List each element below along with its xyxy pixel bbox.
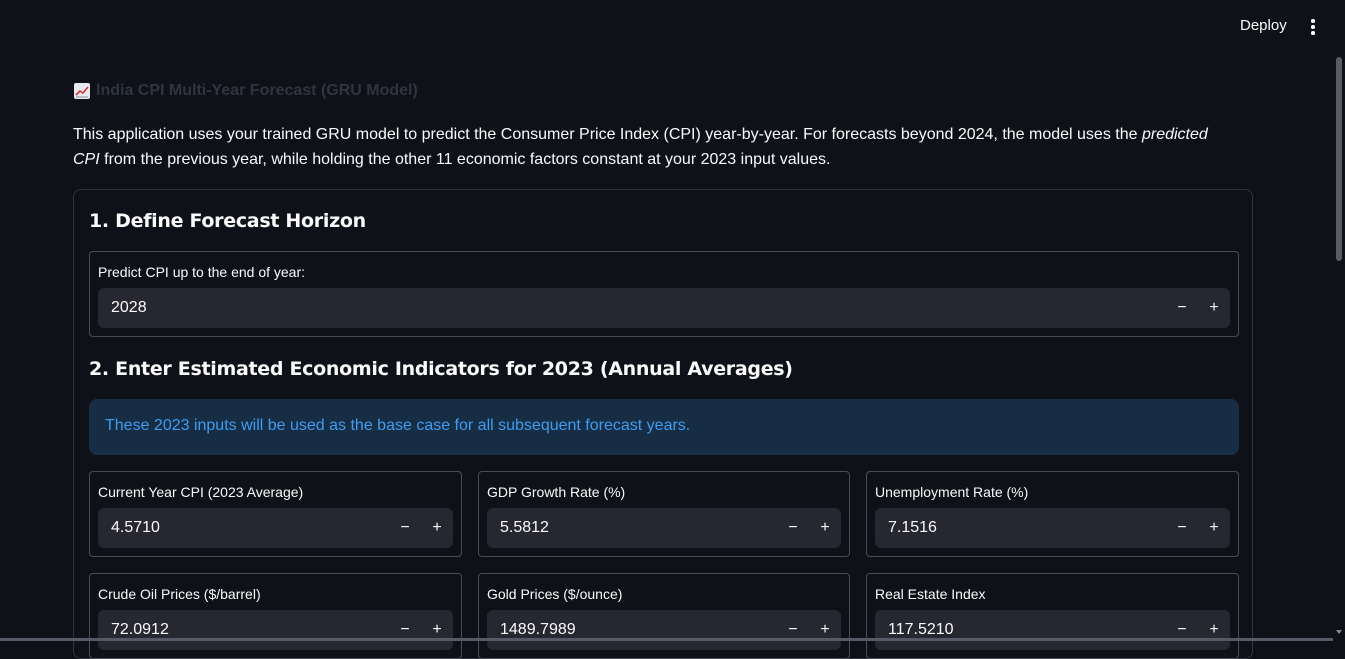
menu-dot xyxy=(1311,31,1315,35)
kebab-menu-icon[interactable] xyxy=(1305,16,1321,36)
increment-button[interactable]: + xyxy=(421,610,453,650)
gdp-growth-input[interactable]: 5.5812 − + xyxy=(487,508,841,548)
decrement-button[interactable]: − xyxy=(1166,288,1198,328)
decrement-button[interactable]: − xyxy=(777,610,809,650)
field-label: Current Year CPI (2023 Average) xyxy=(98,484,303,500)
input-value[interactable]: 117.5210 xyxy=(875,621,1166,639)
field-label: Real Estate Index xyxy=(875,586,986,602)
increment-button[interactable]: + xyxy=(809,610,841,650)
input-value[interactable]: 4.5710 xyxy=(98,519,389,537)
intro-text-2: from the previous year, while holding th… xyxy=(104,151,830,168)
scrollbar-thumb[interactable] xyxy=(1336,57,1342,261)
page-title-text: India CPI Multi-Year Forecast (GRU Model… xyxy=(96,82,418,100)
increment-button[interactable]: + xyxy=(1198,288,1230,328)
menu-dot xyxy=(1311,25,1315,29)
decrement-button[interactable]: − xyxy=(389,610,421,650)
info-alert: These 2023 inputs will be used as the ba… xyxy=(89,399,1239,455)
crude-oil-input[interactable]: 72.0912 − + xyxy=(98,610,453,650)
input-value[interactable]: 7.1516 xyxy=(875,519,1166,537)
gold-prices-field: Gold Prices ($/ounce) 1489.7989 − + xyxy=(478,573,850,659)
vertical-scrollbar[interactable] xyxy=(1333,52,1345,641)
input-value[interactable]: 5.5812 xyxy=(487,519,777,537)
decrement-button[interactable]: − xyxy=(1166,610,1198,650)
decrement-button[interactable]: − xyxy=(389,508,421,548)
forecast-year-input[interactable]: 2028 − + xyxy=(98,288,1230,328)
section-heading-economic-indicators: 2. Enter Estimated Economic Indicators f… xyxy=(89,358,793,380)
intro-text-1: This application uses your trained GRU m… xyxy=(73,126,1138,143)
increment-button[interactable]: + xyxy=(421,508,453,548)
input-value[interactable]: 72.0912 xyxy=(98,621,389,639)
top-toolbar: Deploy xyxy=(0,0,1345,52)
current-cpi-input[interactable]: 4.5710 − + xyxy=(98,508,453,548)
input-value[interactable]: 2028 xyxy=(98,299,1166,317)
section-heading-forecast-horizon: 1. Define Forecast Horizon xyxy=(89,210,366,232)
decrement-button[interactable]: − xyxy=(1166,508,1198,548)
input-value[interactable]: 1489.7989 xyxy=(487,621,777,639)
chart-increasing-icon xyxy=(74,83,90,99)
field-label: Crude Oil Prices ($/barrel) xyxy=(98,586,261,602)
current-cpi-field: Current Year CPI (2023 Average) 4.5710 −… xyxy=(89,471,462,557)
intro-paragraph: This application uses your trained GRU m… xyxy=(73,122,1233,172)
crude-oil-field: Crude Oil Prices ($/barrel) 72.0912 − + xyxy=(89,573,462,659)
unemployment-rate-field: Unemployment Rate (%) 7.1516 − + xyxy=(866,471,1239,557)
field-label: Gold Prices ($/ounce) xyxy=(487,586,622,602)
field-label: GDP Growth Rate (%) xyxy=(487,484,625,500)
menu-dot xyxy=(1311,19,1315,23)
field-label: Unemployment Rate (%) xyxy=(875,484,1028,500)
scroll-down-arrow[interactable] xyxy=(1336,630,1342,634)
real-estate-index-input[interactable]: 117.5210 − + xyxy=(875,610,1230,650)
increment-button[interactable]: + xyxy=(1198,508,1230,548)
forecast-year-field: Predict CPI up to the end of year: 2028 … xyxy=(89,251,1239,337)
unemployment-rate-input[interactable]: 7.1516 − + xyxy=(875,508,1230,548)
page-title: India CPI Multi-Year Forecast (GRU Model… xyxy=(74,82,418,100)
increment-button[interactable]: + xyxy=(1198,610,1230,650)
gdp-growth-field: GDP Growth Rate (%) 5.5812 − + xyxy=(478,471,850,557)
deploy-button[interactable]: Deploy xyxy=(1228,17,1299,34)
real-estate-index-field: Real Estate Index 117.5210 − + xyxy=(866,573,1239,659)
increment-button[interactable]: + xyxy=(809,508,841,548)
decrement-button[interactable]: − xyxy=(777,508,809,548)
field-label: Predict CPI up to the end of year: xyxy=(98,264,305,280)
gold-prices-input[interactable]: 1489.7989 − + xyxy=(487,610,841,650)
